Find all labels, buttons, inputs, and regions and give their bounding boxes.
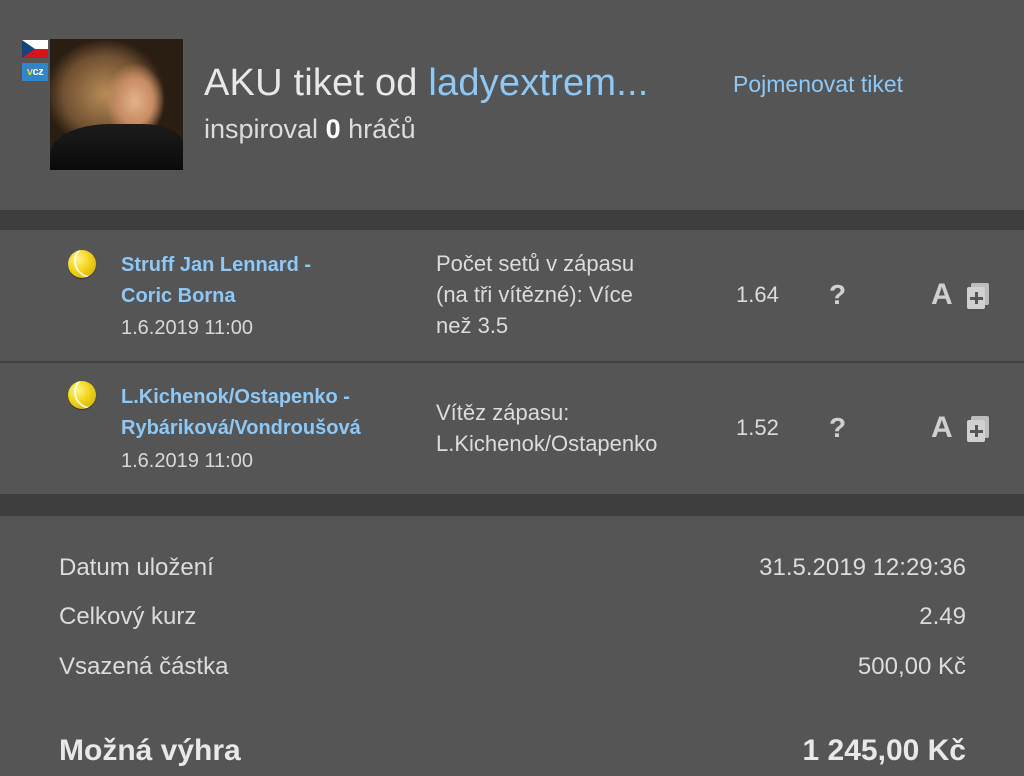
user-avatar[interactable] bbox=[50, 39, 183, 170]
bet-row: L.Kichenok/Ostapenko - Rybáriková/Vondro… bbox=[0, 363, 1024, 494]
question-mark-icon[interactable]: ? bbox=[829, 412, 846, 444]
letter-a-icon[interactable]: A bbox=[931, 411, 953, 445]
saved-date-label: Datum uložení bbox=[59, 554, 214, 581]
add-to-ticket-icon[interactable] bbox=[967, 416, 989, 442]
match-date: 1.6.2019 11:00 bbox=[121, 450, 253, 472]
title-prefix: AKU tiket od bbox=[204, 62, 418, 104]
saved-date-value: 31.5.2019 12:29:36 bbox=[759, 554, 966, 581]
czech-flag-icon bbox=[22, 40, 48, 58]
match-link[interactable]: Struff Jan Lennard - Coric Borna bbox=[121, 250, 311, 312]
ticket-summary: Datum uložení 31.5.2019 12:29:36 Celkový… bbox=[0, 516, 1024, 776]
match-date: 1.6.2019 11:00 bbox=[121, 317, 253, 339]
add-to-ticket-icon[interactable] bbox=[967, 283, 989, 309]
ticket-header: vcz AKU tiket od ladyextrem... Pojmenova… bbox=[0, 0, 1024, 210]
tennis-ball-icon bbox=[68, 381, 96, 409]
total-odds-value: 2.49 bbox=[919, 603, 966, 630]
bet-market: Počet setů v zápasu (na tři vítězné): Ví… bbox=[436, 251, 635, 338]
total-odds-label: Celkový kurz bbox=[59, 603, 197, 630]
bet-market: Vítěz zápasu: L.Kichenok/Ostapenko bbox=[436, 400, 658, 456]
inspired-count: inspiroval 0 hráčů bbox=[204, 114, 416, 144]
match-link[interactable]: L.Kichenok/Ostapenko - Rybáriková/Vondro… bbox=[121, 382, 361, 444]
question-mark-icon[interactable]: ? bbox=[829, 279, 846, 311]
stake-label: Vsazená částka bbox=[59, 653, 229, 680]
possible-win-value: 1 245,00 Kč bbox=[802, 734, 966, 767]
bet-odds: 1.52 bbox=[736, 415, 779, 440]
vcz-badge-icon: vcz bbox=[22, 63, 48, 81]
tennis-ball-icon bbox=[68, 250, 96, 278]
possible-win-label: Možná výhra bbox=[59, 734, 241, 767]
rename-ticket-link[interactable]: Pojmenovat tiket bbox=[733, 71, 903, 98]
stake-value: 500,00 Kč bbox=[857, 653, 966, 680]
letter-a-icon[interactable]: A bbox=[931, 278, 953, 312]
username-link[interactable]: ladyextrem... bbox=[428, 62, 648, 104]
bet-row: Struff Jan Lennard - Coric Borna 1.6.201… bbox=[0, 230, 1024, 363]
bets-list: Struff Jan Lennard - Coric Borna 1.6.201… bbox=[0, 230, 1024, 494]
bet-odds: 1.64 bbox=[736, 282, 779, 307]
ticket-title: AKU tiket od ladyextrem... bbox=[204, 62, 649, 105]
